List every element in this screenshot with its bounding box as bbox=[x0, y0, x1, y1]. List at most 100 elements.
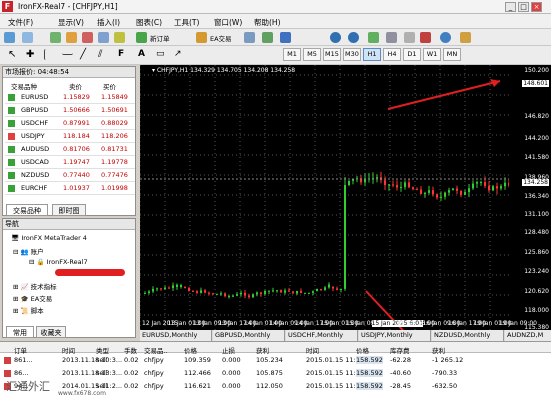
terminal-column-header[interactable]: 获利 bbox=[432, 345, 445, 355]
templates-icon[interactable] bbox=[460, 32, 471, 43]
scroll-icon[interactable] bbox=[386, 32, 397, 43]
cursor-icon[interactable]: ↖ bbox=[8, 49, 19, 60]
candle-body bbox=[436, 194, 438, 198]
chart-line-icon[interactable] bbox=[280, 32, 291, 43]
timeframe-h1[interactable]: H1 bbox=[363, 48, 381, 61]
tile-windows-icon[interactable] bbox=[368, 32, 379, 43]
tab-symbols[interactable]: 交易品种 bbox=[6, 204, 48, 216]
chart-header-icon: ▾ bbox=[152, 67, 156, 74]
terminal-icon[interactable] bbox=[98, 32, 109, 43]
candlestick-chart[interactable] bbox=[139, 65, 537, 341]
candle-body bbox=[504, 182, 506, 187]
autoscroll-icon[interactable] bbox=[404, 32, 415, 43]
chart-tab[interactable]: USDCHF,Monthly bbox=[286, 330, 358, 341]
terminal-column-header[interactable]: 交易品.. bbox=[144, 345, 168, 355]
timeframe-w1[interactable]: W1 bbox=[423, 48, 441, 61]
timeframe-m1[interactable]: M1 bbox=[283, 48, 301, 61]
terminal-column-header[interactable]: 价格 bbox=[184, 345, 197, 355]
terminal-column-header[interactable]: 手数 bbox=[124, 345, 137, 355]
terminal-column-header[interactable]: 价格 bbox=[356, 345, 369, 355]
watermark-text: 汇通外汇 bbox=[6, 380, 50, 393]
menu-help[interactable]: 帮助(H) bbox=[254, 17, 281, 28]
chart-candle-icon[interactable] bbox=[262, 32, 273, 43]
new-order-button[interactable]: 新订单 bbox=[150, 33, 170, 43]
market-watch-row[interactable]: GBPUSD 1.50666 1.50691 bbox=[5, 104, 135, 117]
terminal-column-header[interactable]: 订单 bbox=[14, 345, 27, 355]
bid-price: 1.19747 bbox=[63, 158, 90, 166]
chart-tab[interactable]: EURUSD,Monthly bbox=[140, 330, 212, 341]
chart-tab[interactable]: AUDNZD,M bbox=[505, 330, 551, 341]
terminal-order-row[interactable]: 86... 2013.11.18 13:3... sell 0.02 chfjpy 112… bbox=[0, 368, 551, 380]
chart-tab[interactable]: GBPUSD,Monthly bbox=[213, 330, 285, 341]
order-lots: 0.02 bbox=[124, 369, 139, 377]
text-icon[interactable]: A bbox=[138, 49, 149, 60]
ea-trading-button[interactable]: EA交易 bbox=[210, 33, 232, 43]
timeframe-m30[interactable]: M30 bbox=[343, 48, 361, 61]
menu-tools[interactable]: 工具(T) bbox=[174, 17, 199, 28]
zoom-out-icon[interactable] bbox=[348, 32, 359, 43]
data-window-icon[interactable] bbox=[66, 32, 77, 43]
order-tp: 112.050 bbox=[256, 382, 283, 390]
terminal-column-header[interactable]: 获利 bbox=[256, 345, 269, 355]
menu-insert[interactable]: 插入(I) bbox=[97, 17, 120, 28]
menu-file[interactable]: 文件(F) bbox=[8, 17, 33, 28]
terminal-column-header[interactable]: 止损 bbox=[222, 345, 235, 355]
timeframe-m5[interactable]: M5 bbox=[303, 48, 321, 61]
terminal-column-header[interactable]: 时间 bbox=[62, 345, 75, 355]
terminal-order-row[interactable]: 861... 2013.11.18 10:3... sell 0.02 chfjpy 10… bbox=[0, 355, 551, 367]
market-watch-row[interactable]: USDCHF 0.87991 0.88029 bbox=[5, 117, 135, 130]
navigator-icon[interactable] bbox=[82, 32, 93, 43]
zoom-in-icon[interactable] bbox=[330, 32, 341, 43]
chart-tab[interactable]: USDJPY,Monthly bbox=[359, 330, 431, 341]
terminal-column-header[interactable]: 类型 bbox=[96, 345, 109, 355]
tab-tick-chart[interactable]: 即时图 bbox=[52, 204, 86, 216]
menu-window[interactable]: 窗口(W) bbox=[214, 17, 242, 28]
periods-icon[interactable] bbox=[440, 32, 451, 43]
timeframe-h4[interactable]: H4 bbox=[383, 48, 401, 61]
market-watch-row[interactable]: AUDUSD 0.81706 0.81731 bbox=[5, 143, 135, 156]
chart-bar-icon[interactable] bbox=[244, 32, 255, 43]
horizontal-line-icon[interactable] bbox=[62, 49, 73, 55]
menu-view[interactable]: 显示(V) bbox=[58, 17, 84, 28]
arrows-icon[interactable]: ↗ bbox=[174, 49, 185, 60]
nav-accounts[interactable]: ⊟ 👥 账户 bbox=[13, 246, 44, 256]
profiles-icon[interactable] bbox=[22, 32, 33, 43]
market-watch-row[interactable]: EURUSD 1.15829 1.15849 bbox=[5, 91, 135, 104]
market-watch-row[interactable]: USDJPY 118.184 118.206 bbox=[5, 130, 135, 143]
terminal-column-header[interactable]: 时间 bbox=[306, 345, 319, 355]
close-button[interactable]: × bbox=[531, 2, 542, 12]
nav-indicators[interactable]: ⊞ 📈 技术指标 bbox=[13, 281, 57, 291]
vertical-line-icon[interactable] bbox=[44, 49, 55, 60]
market-watch-row[interactable]: NZDUSD 0.77440 0.77476 bbox=[5, 169, 135, 182]
tab-favorites[interactable]: 收藏夹 bbox=[36, 326, 66, 338]
menu-chart[interactable]: 图表(C) bbox=[136, 17, 162, 28]
tester-icon[interactable] bbox=[114, 32, 125, 43]
terminal-column-header[interactable]: 库存费 bbox=[390, 345, 410, 355]
label-icon[interactable]: ▭ bbox=[156, 49, 167, 60]
trendline-icon[interactable]: ╱ bbox=[80, 49, 91, 60]
new-chart-icon[interactable] bbox=[4, 32, 15, 43]
channel-icon[interactable]: ⫽ bbox=[98, 49, 109, 60]
nav-account-server[interactable]: ⊟ 🔒 IronFX-Real7 bbox=[29, 258, 88, 266]
chart-tab[interactable]: NZDUSD,Monthly bbox=[432, 330, 504, 341]
fibonacci-icon[interactable]: F bbox=[118, 49, 129, 60]
navigator-root[interactable]: 🖥 IronFX MetaTrader 4 bbox=[11, 234, 87, 242]
tab-common[interactable]: 常用 bbox=[6, 326, 34, 338]
minimize-button[interactable]: _ bbox=[505, 2, 516, 12]
indicators-icon[interactable] bbox=[420, 32, 431, 43]
nav-experts[interactable]: ⊞ 🎓 EA交易 bbox=[13, 293, 52, 303]
nav-scripts[interactable]: ⊞ 📜 脚本 bbox=[13, 305, 44, 315]
market-watch-row[interactable]: EURCHF 1.01937 1.01998 bbox=[5, 182, 135, 195]
maximize-button[interactable]: □ bbox=[518, 2, 529, 12]
crosshair-icon[interactable]: ✚ bbox=[26, 49, 37, 60]
ea-icon[interactable] bbox=[196, 32, 207, 43]
timeframe-m15[interactable]: M15 bbox=[323, 48, 341, 61]
candle-body bbox=[216, 293, 218, 295]
market-watch-icon[interactable] bbox=[50, 32, 61, 43]
candle-body bbox=[488, 185, 490, 191]
timeframe-mn[interactable]: MN bbox=[443, 48, 461, 61]
market-watch-row[interactable]: USDCAD 1.19747 1.19778 bbox=[5, 156, 135, 169]
timeframe-d1[interactable]: D1 bbox=[403, 48, 421, 61]
chart-window[interactable]: ▾ CHFJPY,H1 134.329 134.705 134.208 134.… bbox=[139, 65, 537, 341]
new-order-icon[interactable] bbox=[136, 32, 147, 43]
